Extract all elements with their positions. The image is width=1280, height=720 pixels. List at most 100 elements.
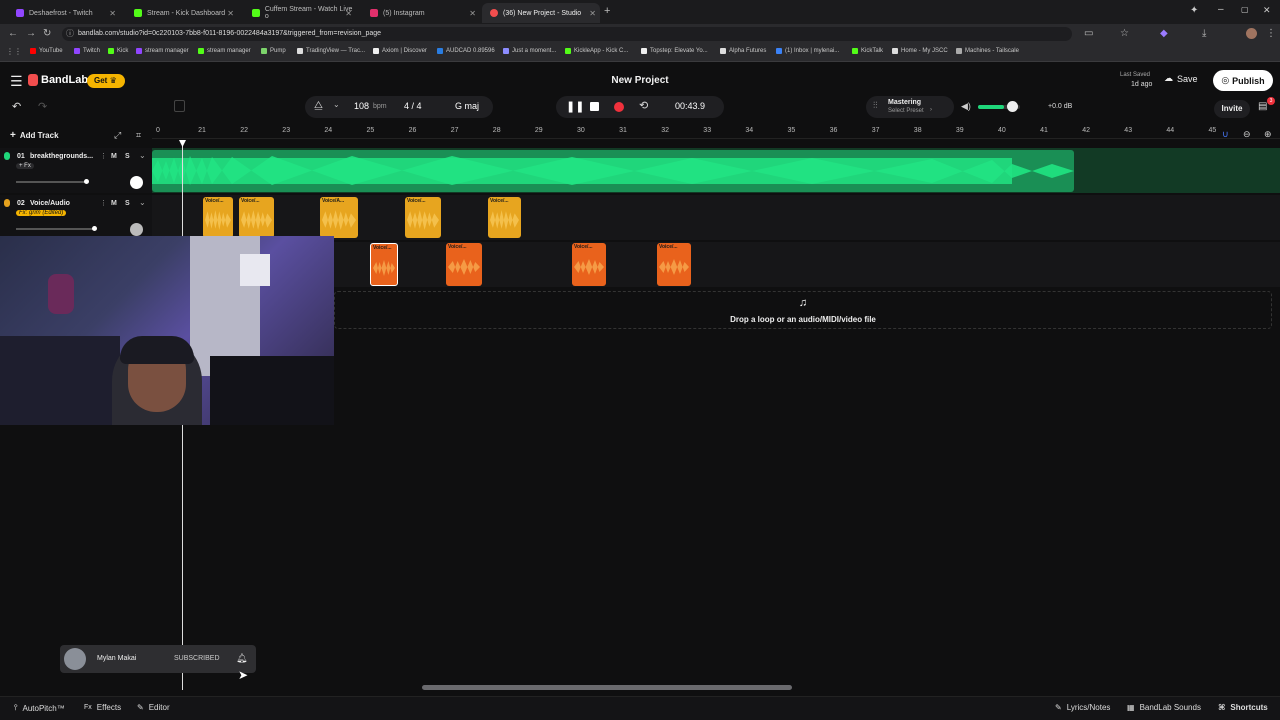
loop-icon[interactable]: ⟲ xyxy=(639,99,648,112)
close-icon[interactable]: ✕ xyxy=(589,9,596,18)
chevron-down-icon[interactable]: ⌄ xyxy=(139,198,146,207)
extensions-icon[interactable]: ✦ xyxy=(1190,5,1198,16)
install-icon[interactable]: ▭ xyxy=(1084,28,1093,39)
track-name[interactable]: Voice/Audio xyxy=(30,200,70,207)
more-options-icon[interactable]: ⋮ xyxy=(100,152,107,160)
bookmark-item[interactable]: TradingView — Trac... xyxy=(297,48,365,54)
stop-button[interactable] xyxy=(590,102,599,111)
drop-zone[interactable]: ♫ Drop a loop or an audio/MIDI/video fil… xyxy=(334,291,1272,329)
voice-clip[interactable]: Voice/... xyxy=(446,243,482,286)
mute-button[interactable]: M xyxy=(111,153,117,160)
solo-button[interactable]: S xyxy=(125,200,130,207)
bandlab-sounds-button[interactable]: ▦ BandLab Sounds xyxy=(1127,703,1201,712)
downloads-icon[interactable]: ⤓ xyxy=(1202,28,1206,39)
bookmark-item[interactable]: Just a moment... xyxy=(503,48,556,54)
fx-chip[interactable]: Fx: grim (Edited) xyxy=(16,210,67,216)
shortcuts-button[interactable]: ⌘ Shortcuts xyxy=(1218,703,1268,712)
zoom-out-icon[interactable]: ⊖ xyxy=(1243,129,1251,140)
url-field[interactable]: ⓘ bandlab.com/studio?id=0c220103-7bb8-f0… xyxy=(62,27,1072,41)
voice-clip[interactable]: Voice/... xyxy=(405,197,441,238)
automation-icon[interactable]: ⤢ xyxy=(114,130,121,141)
browser-menu-icon[interactable]: ⋮ xyxy=(1266,28,1276,39)
bookmark-item[interactable]: KickleApp - Kick C... xyxy=(565,48,628,54)
new-tab-icon[interactable]: + xyxy=(604,5,610,17)
apps-icon[interactable]: ⋮⋮ xyxy=(6,47,22,56)
back-icon[interactable]: ← xyxy=(8,28,18,39)
voice-clip[interactable]: Voice/... xyxy=(488,197,521,238)
mixer-panel-icon[interactable] xyxy=(174,100,185,112)
bpm-value[interactable]: 108 xyxy=(354,101,369,111)
volume-knob[interactable] xyxy=(84,179,89,184)
snap-magnet-icon[interactable]: ∪ xyxy=(1222,129,1229,140)
mute-button[interactable]: M xyxy=(111,200,117,207)
pan-knob[interactable] xyxy=(130,176,143,189)
track-name[interactable]: breakthegrounds... xyxy=(30,153,93,160)
bell-icon[interactable]: 🔔︎ xyxy=(236,653,247,664)
fx-chip[interactable]: + Fx xyxy=(16,163,34,169)
track-volume-slider[interactable] xyxy=(16,226,97,231)
reload-icon[interactable]: ↻ xyxy=(43,28,51,39)
master-volume-slider[interactable] xyxy=(978,101,1020,112)
timeline-ruler[interactable]: 0 21 22 23 24 25 26 27 28 29 30 31 32 33 34 35 36 37 38 39 4… xyxy=(152,125,1280,139)
add-track-button[interactable]: + Add Track xyxy=(10,130,59,141)
time-signature[interactable]: 4 / 4 xyxy=(404,101,422,111)
voice-clip[interactable]: Voice/... xyxy=(572,243,606,286)
speaker-icon[interactable]: ◀) xyxy=(961,101,971,112)
bookmark-item[interactable]: Home - My JSCC xyxy=(892,48,948,54)
voice-clip[interactable]: Voice/... xyxy=(203,197,233,238)
minimize-icon[interactable]: – xyxy=(1218,4,1224,15)
maximize-icon[interactable]: ▢ xyxy=(1241,5,1249,14)
track-header-2[interactable]: 02 Voice/Audio ⋮ M S ⌄ Fx: grim (Edited) xyxy=(0,195,152,240)
redo-icon[interactable]: ↷ xyxy=(38,100,47,113)
bookmark-item[interactable]: Axiom | Discover xyxy=(373,48,427,54)
bookmark-item[interactable]: stream manager xyxy=(136,48,189,54)
track-header-1[interactable]: 01 breakthegrounds... ⋮ M S ⌄ + Fx xyxy=(0,148,152,193)
subscribed-button[interactable]: SUBSCRIBED xyxy=(174,655,220,662)
voice-clip[interactable]: Voice/... xyxy=(657,243,691,286)
profile-avatar[interactable] xyxy=(1246,28,1257,39)
metronome-icon[interactable]: ⧋ xyxy=(314,100,323,111)
window-close-icon[interactable]: ✕ xyxy=(1263,5,1271,16)
save-button[interactable]: ☁ Save xyxy=(1164,73,1198,84)
bookmark-item[interactable]: AUDCAD 0.89596 xyxy=(437,48,495,54)
pause-button[interactable]: ❚❚ xyxy=(566,100,584,113)
mastering-button[interactable]: ⫶⫶ Mastering Select Preset › xyxy=(866,96,954,118)
bookmark-item[interactable]: (1) Inbox | mylenai... xyxy=(776,48,839,54)
browser-tab[interactable]: Stream - Kick Dashboard ✕ xyxy=(126,3,238,23)
record-button[interactable] xyxy=(614,102,624,112)
track-volume-slider[interactable] xyxy=(16,179,89,184)
editor-button[interactable]: ✎ Editor xyxy=(137,703,170,712)
autopitch-button[interactable]: ⫯ AutoPitch™ xyxy=(14,703,65,713)
project-title[interactable]: New Project xyxy=(0,75,1280,86)
more-options-icon[interactable]: ⋮ xyxy=(100,199,107,207)
bookmark-item[interactable]: KickTalk xyxy=(852,48,883,54)
volume-knob[interactable] xyxy=(92,226,97,231)
bookmark-item[interactable]: Twitch xyxy=(74,48,100,54)
bookmark-item[interactable]: Machines - Tailscale xyxy=(956,48,1019,54)
browser-tab[interactable]: (5) Instagram ✕ xyxy=(362,3,480,23)
chat-icon[interactable]: ▤ xyxy=(1258,101,1267,112)
close-icon[interactable]: ✕ xyxy=(345,9,352,18)
playhead-handle[interactable] xyxy=(179,140,186,147)
browser-tab[interactable]: Cuffem Stream - Watch Live o ✕ xyxy=(244,3,356,23)
fit-icon[interactable]: ⌗ xyxy=(136,130,141,141)
bookmark-item[interactable]: Topstep: Elevate Yo... xyxy=(641,48,708,54)
voice-clip[interactable]: Voice/A... xyxy=(320,197,358,238)
invite-button[interactable]: Invite xyxy=(1214,100,1250,118)
horizontal-scrollbar[interactable] xyxy=(422,685,792,690)
key-signature[interactable]: G maj xyxy=(455,101,479,111)
browser-tab[interactable]: Deshaefrost - Twitch ✕ xyxy=(8,3,120,23)
bookmark-item[interactable]: Kick xyxy=(108,48,128,54)
volume-knob[interactable] xyxy=(1007,101,1018,112)
bookmark-item[interactable]: Pump xyxy=(261,48,286,54)
bookmark-item[interactable]: stream manager xyxy=(198,48,251,54)
zoom-in-icon[interactable]: ⊕ xyxy=(1264,129,1272,140)
bookmark-item[interactable]: Alpha Futures xyxy=(720,48,766,54)
forward-icon[interactable]: → xyxy=(26,28,36,39)
bookmark-item[interactable]: YouTube xyxy=(30,48,63,54)
site-info-icon[interactable]: ⓘ xyxy=(66,27,74,41)
pan-knob[interactable] xyxy=(130,223,143,236)
voice-clip-selected[interactable]: Voice/... xyxy=(370,243,398,286)
audio-clip-green[interactable] xyxy=(152,150,1074,192)
close-icon[interactable]: ✕ xyxy=(109,9,116,18)
